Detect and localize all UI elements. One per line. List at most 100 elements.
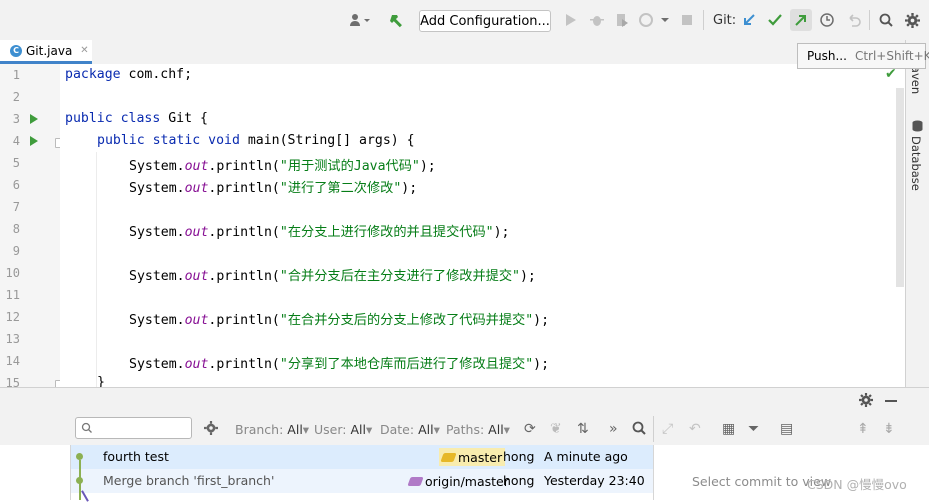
watermark: CSDN @慢慢ovo: [807, 477, 907, 492]
commit-date: Yesterday 23:40: [544, 473, 645, 488]
code-line-12: System.out.println("在合并分支后的分支上修改了代码并提交")…: [129, 313, 550, 328]
search-icon[interactable]: [877, 11, 895, 29]
rollback-icon[interactable]: [845, 11, 863, 29]
line-number: 3: [12, 112, 20, 126]
line-number: 12: [5, 310, 20, 324]
build-hammer-icon[interactable]: [388, 11, 406, 29]
settings-gear-icon[interactable]: [903, 11, 921, 29]
line-number: 6: [12, 178, 20, 192]
code-line-1: package com.chf;: [65, 67, 193, 82]
update-project-icon[interactable]: [740, 11, 758, 29]
coverage-icon[interactable]: [613, 11, 631, 29]
git-log-panel-header: [0, 387, 929, 414]
toolbar-separator: [653, 416, 654, 442]
push-icon[interactable]: [790, 9, 812, 31]
filter-funnel-icon[interactable]: ⏷: [748, 421, 759, 437]
log-search-input[interactable]: [75, 417, 192, 439]
run-main-gutter-icon[interactable]: [30, 136, 38, 146]
branch-filter[interactable]: Branch: All▾: [235, 422, 309, 437]
branch-tag: origin/master: [406, 472, 512, 490]
line-number: 4: [12, 134, 20, 148]
tab-label: Git.java: [26, 43, 73, 58]
more-actions-icon[interactable]: »: [609, 421, 618, 437]
right-tool-stripe: Maven Database: [905, 40, 929, 387]
line-number: 10: [5, 266, 20, 280]
code-line-10: System.out.println("合并分支后在主分支进行了修改并提交");: [129, 269, 536, 284]
close-tab-icon[interactable]: ✕: [80, 45, 88, 56]
commit-check-icon[interactable]: [766, 11, 784, 29]
commit-message: Merge branch 'first_branch': [103, 473, 275, 488]
commit-author: hong: [503, 473, 535, 488]
line-number: 13: [5, 332, 20, 346]
commit-node: [76, 477, 83, 484]
line-number: 1: [12, 68, 20, 82]
user-filter[interactable]: User: All▾: [314, 422, 372, 437]
commit-author: hong: [503, 449, 535, 464]
toolbar-separator: [869, 10, 870, 30]
code-line-5: System.out.println("用于测试的Java代码");: [129, 159, 436, 174]
toolbar-separator: [703, 10, 704, 30]
java-class-icon: C: [10, 44, 22, 57]
tab-git-java[interactable]: C Git.java ✕: [0, 40, 92, 64]
database-icon: [912, 120, 923, 136]
profiler-dropdown-icon[interactable]: [638, 11, 670, 29]
debug-icon[interactable]: [588, 11, 606, 29]
history-clock-icon[interactable]: [818, 11, 836, 29]
line-number: 5: [12, 156, 20, 170]
code-editor[interactable]: package com.chf; public class Git { publ…: [60, 64, 905, 387]
cherry-pick-icon[interactable]: ❦: [550, 421, 562, 437]
log-settings-icon[interactable]: [203, 421, 219, 439]
code-line-4: public static void main(String[] args) {: [97, 133, 415, 148]
search-icon: [81, 422, 92, 433]
commit-node: [76, 453, 83, 460]
show-details-icon[interactable]: ▤: [780, 421, 793, 437]
pin-icon[interactable]: ⤢: [662, 421, 673, 437]
revert-icon[interactable]: ↶: [689, 421, 701, 437]
tag-icon: [407, 476, 424, 486]
expand-all-icon[interactable]: ⇞: [857, 421, 869, 437]
commit-date: A minute ago: [544, 449, 628, 464]
run-icon[interactable]: [562, 11, 580, 29]
commit-row[interactable]: fourth test master hong A minute ago: [71, 445, 653, 469]
line-numbers: 1 2 3 4 5 6 7 8 9 10 11 12 13 14 15: [0, 64, 64, 390]
date-filter[interactable]: Date: All▾: [380, 422, 440, 437]
hide-panel-icon[interactable]: [885, 400, 897, 402]
commit-message: fourth test: [103, 449, 169, 464]
commit-list[interactable]: fourth test master hong A minute ago Mer…: [71, 445, 653, 500]
push-tooltip: Push... Ctrl+Shift+K: [797, 43, 929, 69]
editor-tab-bar: C Git.java ✕: [0, 40, 905, 65]
panel-settings-gear-icon[interactable]: [859, 393, 873, 411]
code-line-8: System.out.println("在分支上进行修改的并且提交代码");: [129, 225, 510, 240]
editor-scrollbar[interactable]: [896, 88, 904, 287]
group-by-icon[interactable]: ▦: [722, 421, 735, 437]
code-line-14: System.out.println("分享到了本地仓库而后进行了修改且提交")…: [129, 357, 550, 372]
user-dropdown-icon[interactable]: [347, 11, 373, 29]
line-number: 8: [12, 222, 20, 236]
tag-icon: [440, 452, 457, 462]
line-number: 11: [5, 288, 20, 302]
paths-filter[interactable]: Paths: All▾: [446, 422, 510, 437]
indent-guide: [96, 152, 97, 387]
tooltip-shortcut: Ctrl+Shift+K: [854, 49, 929, 63]
stop-icon[interactable]: [678, 11, 696, 29]
branches-pane[interactable]: [0, 445, 71, 500]
line-number: 7: [12, 200, 20, 214]
branch-tag: master: [439, 448, 506, 466]
line-number: 2: [12, 90, 20, 104]
code-line-6: System.out.println("进行了第二次修改");: [129, 181, 418, 196]
git-label: Git:: [713, 13, 737, 28]
database-tool-button[interactable]: Database: [909, 136, 923, 191]
log-search-icon[interactable]: [632, 421, 646, 439]
code-line-3: public class Git {: [65, 111, 208, 126]
code-line-15: }: [97, 375, 105, 387]
line-number: 14: [5, 354, 20, 368]
refresh-icon[interactable]: ⟳: [524, 421, 536, 437]
run-class-gutter-icon[interactable]: [30, 114, 38, 124]
sort-icon[interactable]: ⇅: [577, 421, 589, 437]
tooltip-action: Push...: [807, 49, 847, 63]
collapse-all-icon[interactable]: ⇟: [883, 421, 895, 437]
add-configuration-button[interactable]: Add Configuration...: [419, 10, 551, 32]
commit-row[interactable]: Merge branch 'first_branch' origin/maste…: [71, 469, 653, 493]
line-number: 9: [12, 244, 20, 258]
main-toolbar: Add Configuration... Git:: [0, 0, 929, 41]
